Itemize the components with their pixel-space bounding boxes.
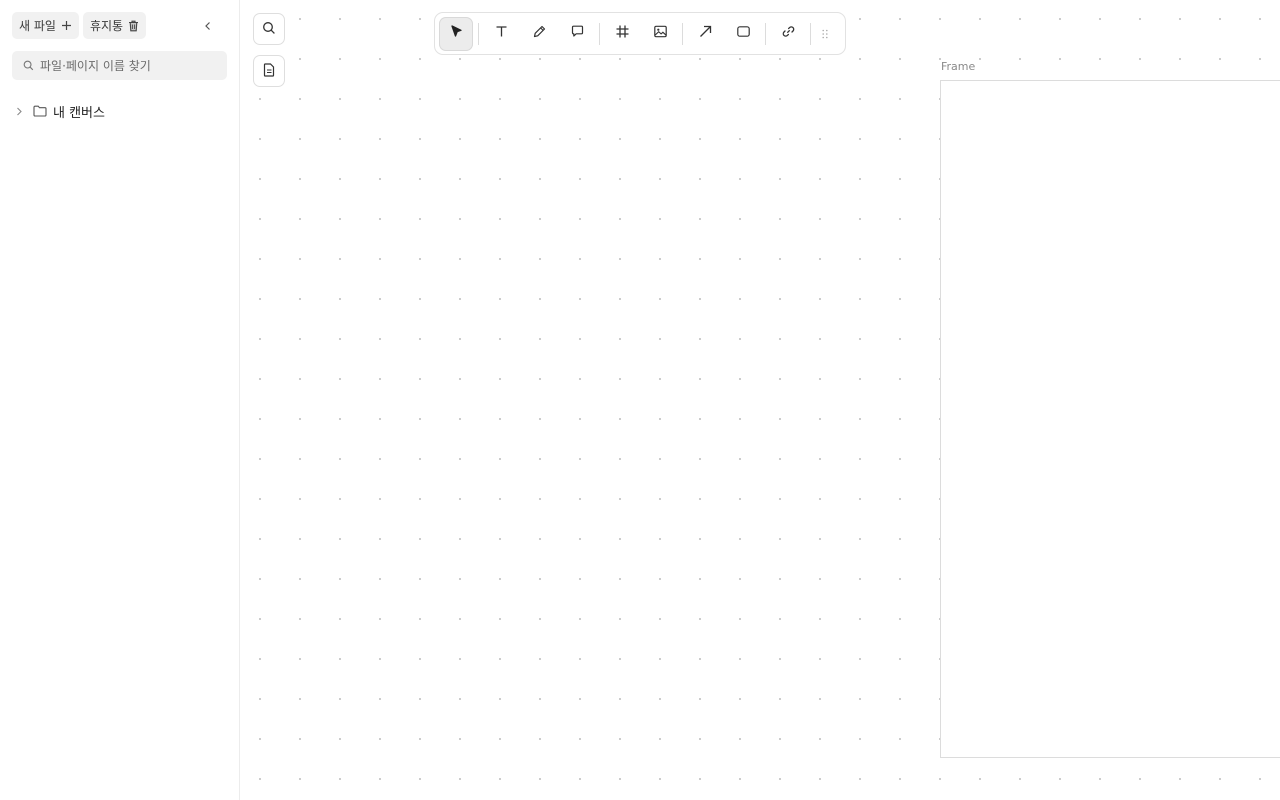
sidebar-top-actions: 새 파일 휴지통 bbox=[12, 12, 147, 39]
file-search-input[interactable] bbox=[40, 58, 215, 73]
tool-arrow[interactable] bbox=[688, 17, 722, 51]
search-icon bbox=[23, 56, 34, 75]
tree-item-label: 내 캔버스 bbox=[53, 105, 105, 121]
pen-icon bbox=[532, 24, 547, 43]
arrow-icon bbox=[698, 24, 713, 43]
new-file-label: 새 파일 bbox=[19, 19, 56, 33]
canvas[interactable]: Frame bbox=[240, 0, 1280, 800]
toolbar-divider bbox=[478, 22, 479, 45]
grip-dots-icon bbox=[822, 24, 828, 43]
rectangle-icon bbox=[736, 24, 751, 43]
new-file-button[interactable]: 새 파일 bbox=[12, 12, 79, 39]
canvas-frame[interactable] bbox=[940, 80, 1280, 758]
cursor-icon bbox=[449, 24, 464, 43]
toolbar-drag-handle[interactable] bbox=[816, 17, 834, 51]
tool-image[interactable] bbox=[643, 17, 677, 51]
document-icon bbox=[263, 62, 275, 81]
trash-label: 휴지통 bbox=[89, 19, 124, 33]
image-icon bbox=[653, 24, 668, 43]
comment-icon bbox=[570, 24, 585, 43]
trash-icon bbox=[128, 20, 139, 32]
folder-icon bbox=[33, 105, 47, 117]
toolbar-divider bbox=[682, 22, 683, 45]
tool-link[interactable] bbox=[771, 17, 805, 51]
tool-pen[interactable] bbox=[522, 17, 556, 51]
trash-button[interactable]: 휴지통 bbox=[82, 12, 147, 39]
sidebar: 새 파일 휴지통 파일·페이지 이름 찾기 내 캔버스 bbox=[0, 0, 240, 800]
search-icon bbox=[262, 20, 276, 39]
tool-rectangle[interactable] bbox=[726, 17, 760, 51]
collapse-sidebar-button[interactable] bbox=[198, 15, 218, 35]
file-search-box[interactable] bbox=[12, 51, 227, 80]
tool-select[interactable] bbox=[439, 16, 473, 51]
chevron-left-icon bbox=[203, 16, 213, 35]
toolbar-divider bbox=[765, 22, 766, 45]
text-icon bbox=[494, 24, 509, 43]
link-icon bbox=[781, 24, 796, 43]
document-button[interactable] bbox=[253, 55, 285, 87]
tool-comment[interactable] bbox=[560, 17, 594, 51]
frame-label[interactable]: Frame bbox=[941, 60, 975, 73]
tool-frame[interactable] bbox=[605, 17, 639, 51]
plus-icon bbox=[61, 20, 72, 31]
tool-text[interactable] bbox=[484, 17, 518, 51]
toolbar-divider bbox=[810, 22, 811, 45]
tool-toolbar bbox=[434, 12, 846, 55]
chevron-right-icon[interactable] bbox=[12, 107, 26, 116]
tree-item-my-canvas[interactable]: 내 캔버스 bbox=[12, 100, 105, 122]
toolbar-divider bbox=[599, 22, 600, 45]
hash-frame-icon bbox=[615, 24, 630, 43]
canvas-search-button[interactable] bbox=[253, 13, 285, 45]
app-window: 새 파일 휴지통 파일·페이지 이름 찾기 내 캔버스 Frame bbox=[0, 0, 1280, 800]
